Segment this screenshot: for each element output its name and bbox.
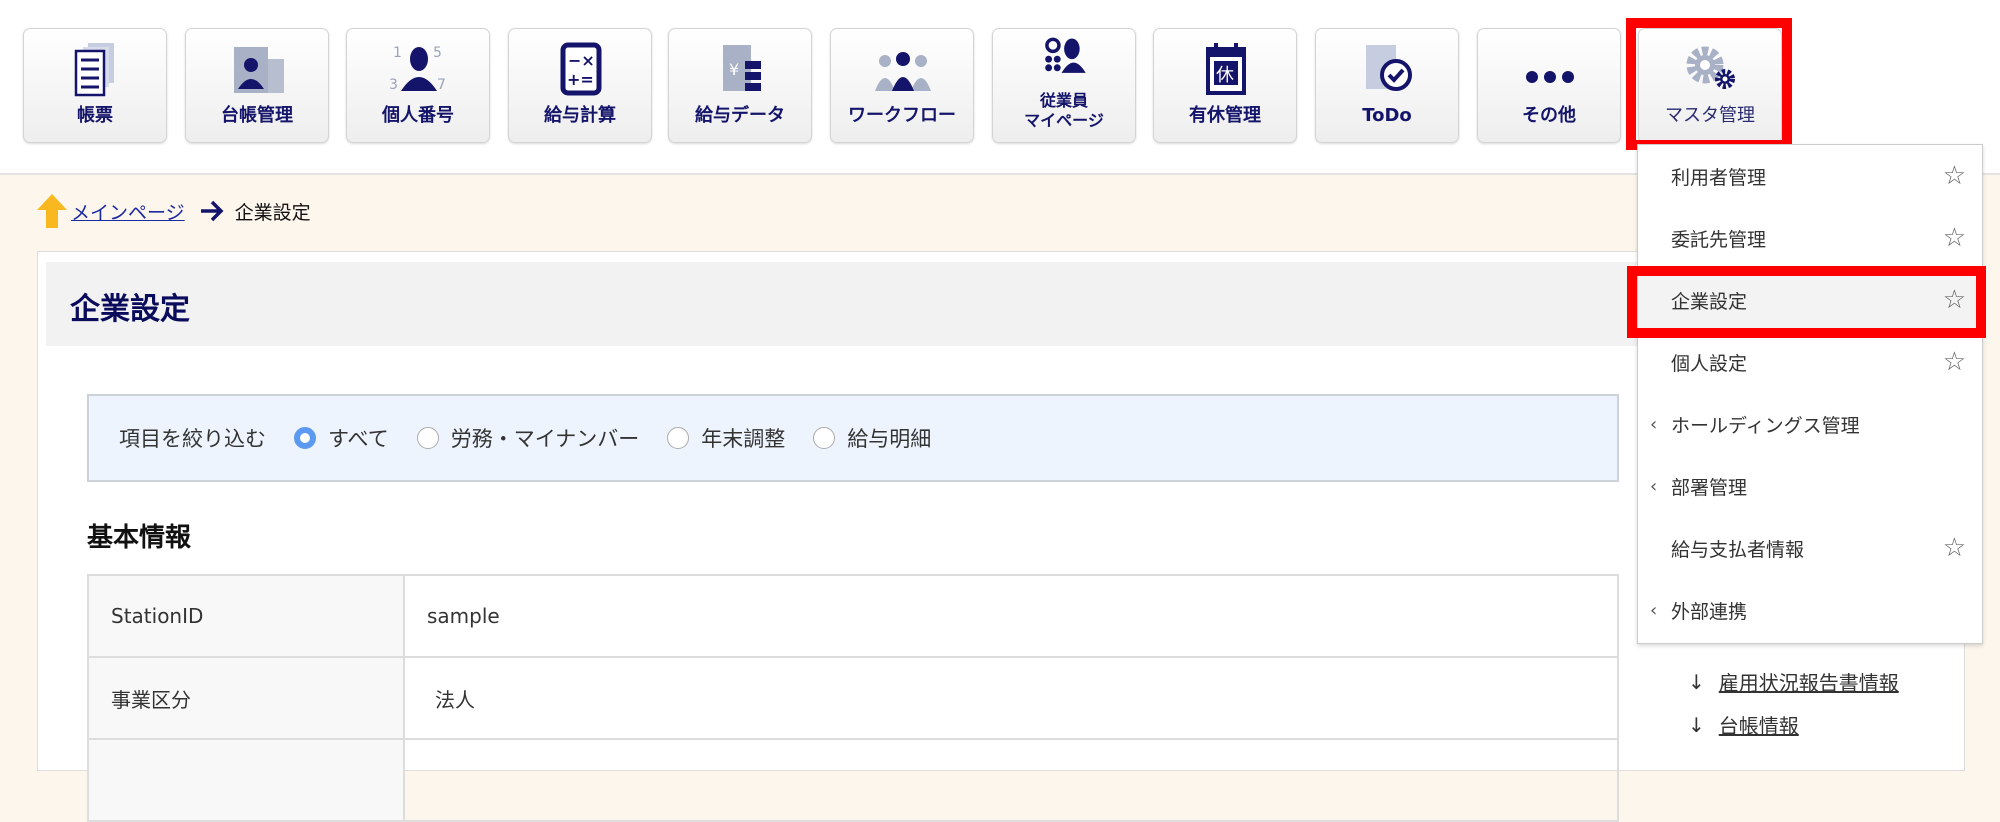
link-ledger-info[interactable]: 台帳情報 [1719, 710, 1799, 739]
nav-button-master[interactable]: マスタ管理 [1638, 28, 1782, 143]
table-row [87, 738, 1619, 822]
arrow-right-icon [200, 200, 224, 222]
nav-label: 帳票 [77, 105, 113, 126]
id-card-icon [234, 47, 284, 93]
nav-button-ledger[interactable]: 台帳管理 [185, 28, 329, 143]
chevron-left-icon: ‹ [1650, 475, 1658, 497]
basic-info-table: StationID sample 事業区分 法人 [87, 574, 1619, 822]
todo-check-icon [1366, 45, 1412, 91]
radio-selected-icon[interactable] [294, 427, 316, 449]
star-icon[interactable]: ☆ [1943, 223, 1966, 253]
page-title: 企業設定 [70, 292, 190, 327]
nav-label: ToDo [1362, 105, 1412, 126]
person-number-icon: 1 53 7 [389, 45, 446, 93]
radio-icon[interactable] [813, 427, 836, 449]
gears-icon [1686, 46, 1735, 89]
nav-label: 給与計算 [544, 105, 616, 126]
menu-item-departments[interactable]: ‹ 部署管理 [1638, 455, 1982, 517]
chevron-left-icon: ‹ [1650, 599, 1658, 621]
home-arrow-icon [37, 194, 67, 228]
menu-item-integration[interactable]: ‹ 外部連携 [1638, 579, 1982, 641]
filter-radio-year-end[interactable]: 年末調整 [667, 423, 785, 453]
link-employment-report[interactable]: 雇用状況報告書情報 [1719, 667, 1899, 696]
row-key: 事業区分 [87, 656, 405, 740]
table-row: StationID sample [87, 574, 1619, 658]
section-title: 基本情報 [87, 523, 192, 553]
menu-item-payer-info[interactable]: 給与支払者情報 ☆ [1638, 517, 1982, 579]
calculator-icon: −×+= [560, 42, 602, 96]
svg-text:+=: += [567, 70, 594, 89]
people-workflow-icon [875, 52, 931, 91]
nav-label: 台帳管理 [221, 105, 293, 126]
filter-box: 項目を絞り込む すべて 労務・マイナンバー 年末調整 給与明細 [87, 394, 1619, 482]
breadcrumb-current: 企業設定 [234, 201, 311, 224]
nav-button-employee-mypage[interactable]: 従業員 マイページ [992, 28, 1136, 143]
nav-button-forms[interactable]: 帳票 [23, 28, 167, 143]
row-value: 法人 [403, 656, 1619, 740]
star-icon[interactable]: ☆ [1943, 347, 1966, 377]
master-dropdown-menu: 利用者管理 ☆ 委託先管理 ☆ 企業設定 ☆ 個人設定 ☆ ‹ ホールディングス管理 ‹ 部… [1637, 144, 1983, 644]
calendar-leave-icon: 休 [1206, 43, 1246, 95]
svg-text:−×: −× [568, 51, 595, 70]
more-dots-icon [1526, 71, 1574, 83]
section-links: ↓ 雇用状況報告書情報 ↓ 台帳情報 [1688, 660, 1899, 746]
arrow-down-icon: ↓ [1688, 712, 1705, 737]
nav-button-payroll-data[interactable]: ¥ 給与データ [668, 28, 812, 143]
breadcrumb-home-link[interactable]: メインページ [71, 198, 185, 225]
menu-item-holdings[interactable]: ‹ ホールディングス管理 [1638, 393, 1982, 455]
table-row: 事業区分 法人 [87, 656, 1619, 740]
row-key: StationID [87, 574, 405, 658]
star-icon[interactable]: ☆ [1943, 161, 1966, 191]
nav-button-other[interactable]: その他 [1477, 28, 1621, 143]
nav-label: 給与データ [695, 105, 785, 126]
menu-item-users[interactable]: 利用者管理 ☆ [1638, 145, 1982, 207]
filter-radio-payslip[interactable]: 給与明細 [813, 423, 931, 453]
nav-label: その他 [1522, 105, 1576, 126]
nav-label: 有休管理 [1189, 105, 1261, 126]
nav-button-todo[interactable]: ToDo [1315, 28, 1459, 143]
radio-icon[interactable] [667, 427, 690, 449]
nav-label: ワークフロー [848, 105, 956, 126]
nav-button-leave[interactable]: 休 有休管理 [1153, 28, 1297, 143]
yen-data-icon: ¥ [723, 45, 761, 91]
nav-button-payroll-calc[interactable]: −× += 給与計算 [508, 28, 652, 143]
star-icon[interactable]: ☆ [1943, 533, 1966, 563]
filter-radio-all[interactable]: すべて [294, 423, 389, 453]
filter-radio-labor[interactable]: 労務・マイナンバー [416, 423, 639, 453]
filter-label: 項目を絞り込む [119, 427, 266, 451]
employee-page-icon [1045, 37, 1086, 73]
nav-label: マスタ管理 [1665, 105, 1755, 126]
svg-text:7: 7 [437, 77, 446, 93]
arrow-down-icon: ↓ [1688, 669, 1705, 694]
svg-text:3: 3 [389, 77, 398, 93]
svg-text:1: 1 [393, 45, 402, 61]
menu-item-company-settings[interactable]: 企業設定 ☆ [1638, 269, 1982, 331]
svg-text:5: 5 [433, 45, 442, 61]
nav-button-workflow[interactable]: ワークフロー [830, 28, 974, 143]
star-icon[interactable]: ☆ [1943, 285, 1966, 315]
row-value: sample [403, 574, 1619, 658]
breadcrumb: メインページ 企業設定 [37, 193, 311, 229]
menu-item-contractors[interactable]: 委託先管理 ☆ [1638, 207, 1982, 269]
radio-icon[interactable] [416, 427, 439, 449]
svg-text:休: 休 [1216, 65, 1234, 86]
menu-item-personal-settings[interactable]: 個人設定 ☆ [1638, 331, 1982, 393]
nav-label: 個人番号 [382, 105, 454, 126]
nav-button-my-number[interactable]: 1537 個人番号 [346, 28, 490, 143]
document-stack-icon [74, 43, 114, 97]
nav-label: 従業員 マイページ [1024, 91, 1104, 130]
chevron-left-icon: ‹ [1650, 413, 1658, 435]
svg-text:¥: ¥ [729, 60, 739, 79]
